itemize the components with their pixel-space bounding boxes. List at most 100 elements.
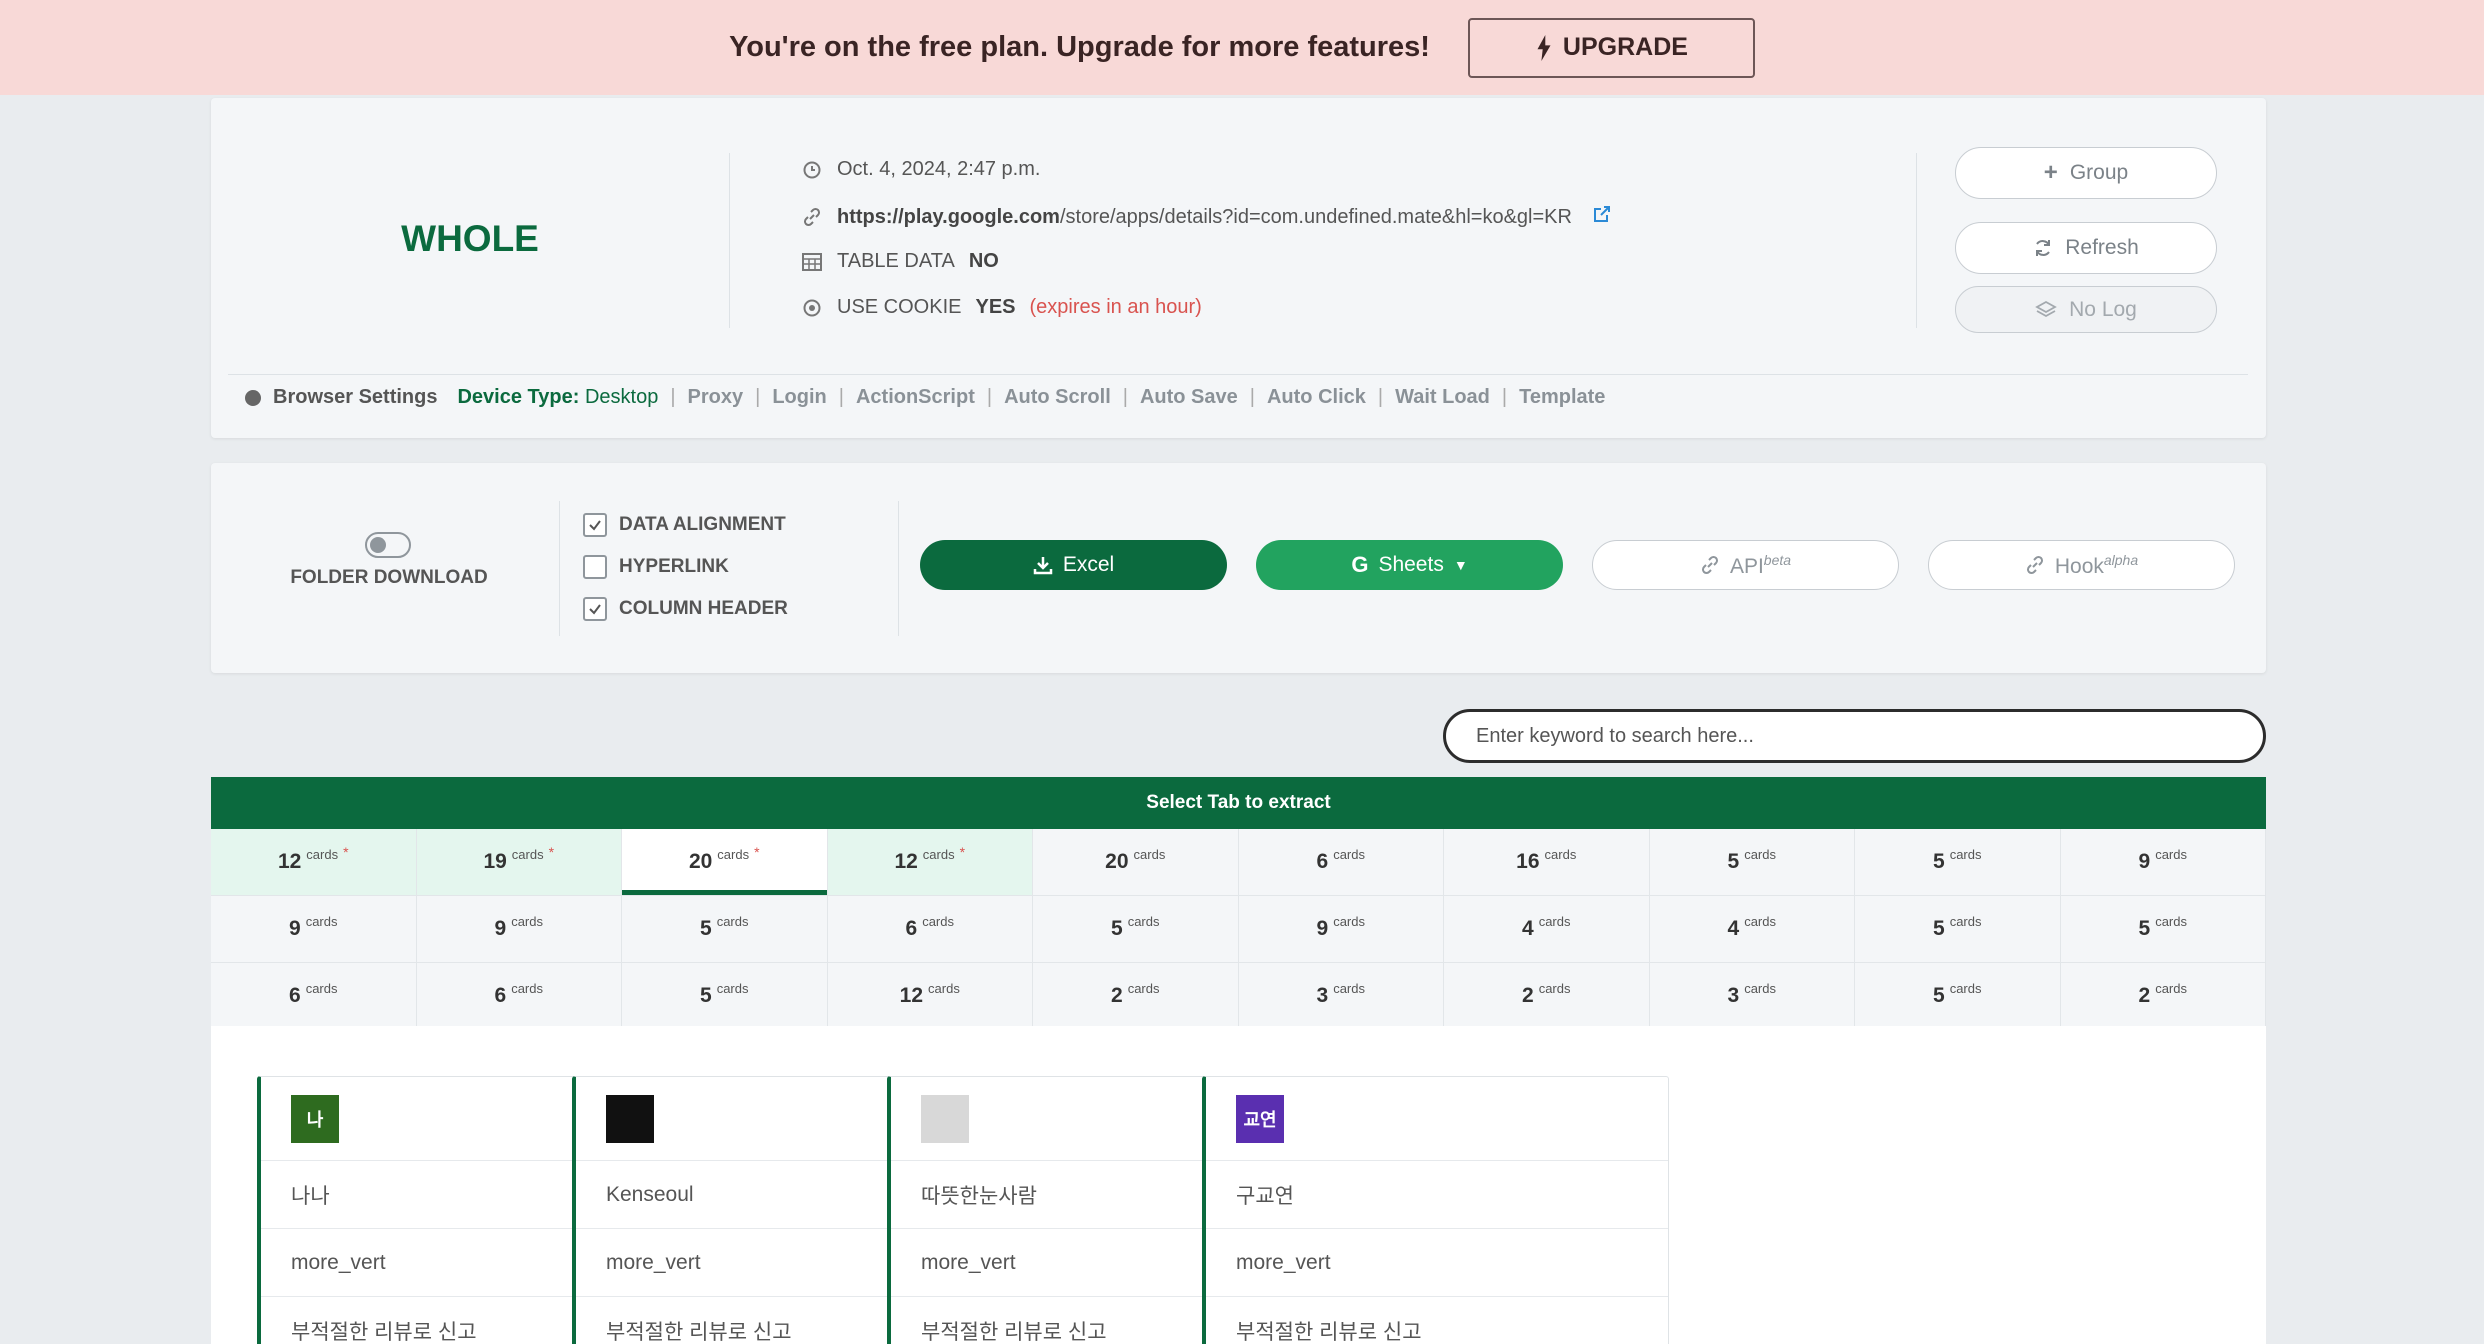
setting-template[interactable]: Template — [1519, 386, 1605, 409]
tab-item[interactable]: 6 cards — [827, 896, 1033, 963]
tab-item[interactable]: 3 cards — [1649, 963, 1855, 1030]
tab-item[interactable]: 5 cards — [1649, 829, 1855, 896]
tab-item[interactable]: 5 cards — [1033, 896, 1239, 963]
tab-count: 6 — [905, 917, 918, 940]
table-icon — [801, 251, 823, 273]
tab-count: 5 — [1727, 850, 1740, 873]
tab-item[interactable]: 5 cards — [1855, 896, 2061, 963]
url-row: https://play.google.com/store/apps/detai… — [801, 204, 1612, 230]
export-panel: FOLDER DOWNLOAD DATA ALIGNMENT HYPERLINK… — [211, 463, 2266, 673]
excel-button[interactable]: Excel — [920, 540, 1227, 590]
tab-item[interactable]: 2 cards — [1033, 963, 1239, 1030]
checkbox-checked[interactable] — [583, 513, 607, 537]
tab-count: 5 — [700, 984, 712, 1007]
tab-unit: cards — [1127, 980, 1160, 996]
setting-auto-click[interactable]: Auto Click — [1267, 386, 1366, 409]
tab-item[interactable]: 2 cards — [2060, 963, 2266, 1030]
tab-unit: cards — [1333, 846, 1365, 862]
tab-unit: cards — [2155, 913, 2187, 929]
use-cookie-value: YES — [975, 296, 1016, 318]
tab-item[interactable]: 4 cards — [1649, 896, 1855, 963]
tab-count: 5 — [1933, 850, 1945, 873]
tab-unit: cards — [1538, 913, 1571, 929]
tab-count: 6 — [494, 984, 507, 1007]
tab-unit: cards — [1744, 846, 1776, 862]
tab-item[interactable]: 20 cards — [1033, 829, 1239, 896]
tab-unit: cards — [511, 846, 544, 862]
tab-grid: 12 cards * 19 cards * 20 cards * 12 cards * 20 cards 6… — [211, 829, 2266, 1030]
checkbox-unchecked[interactable] — [583, 555, 607, 579]
option-hyperlink[interactable]: HYPERLINK — [583, 555, 729, 579]
setting-actionscript[interactable]: ActionScript — [856, 386, 975, 409]
tab-unit: cards — [305, 980, 338, 996]
hook-button[interactable]: Hookalpha — [1928, 540, 2235, 590]
cookie-expiry: (expires in an hour) — [1029, 296, 1202, 318]
tab-count: 9 — [289, 917, 301, 940]
setting-proxy[interactable]: Proxy — [688, 386, 744, 409]
tab-item[interactable]: 4 cards — [1444, 896, 1650, 963]
tab-item[interactable]: 6 cards — [211, 963, 417, 1030]
tab-count: 4 — [1522, 917, 1534, 940]
tab-item[interactable]: 9 cards — [1238, 896, 1444, 963]
tab-unit: cards — [1333, 913, 1365, 929]
setting-auto-scroll[interactable]: Auto Scroll — [1004, 386, 1111, 409]
tab-unit: cards — [2155, 980, 2187, 996]
reviewer-name: 구교연 — [1206, 1161, 1668, 1229]
tab-unit: cards — [1333, 980, 1365, 996]
tab-count: 3 — [1727, 984, 1740, 1007]
more-vert-menu[interactable]: more_vert — [1206, 1229, 1668, 1297]
tab-item[interactable]: 9 cards — [2060, 829, 2266, 896]
tab-item[interactable]: 12 cards * — [827, 829, 1033, 896]
target-url[interactable]: https://play.google.com/store/apps/detai… — [837, 206, 1572, 229]
use-cookie-row: USE COOKIE YES (expires in an hour) — [801, 296, 1202, 319]
tab-item[interactable]: 3 cards — [1238, 963, 1444, 1030]
tab-item[interactable]: 9 cards — [416, 896, 622, 963]
toggle-knob — [370, 537, 386, 553]
tab-unit: cards — [1744, 980, 1776, 996]
search-input[interactable] — [1443, 709, 2266, 763]
folder-download-label: FOLDER DOWNLOAD — [290, 567, 488, 588]
option-column-header[interactable]: COLUMN HEADER — [583, 597, 788, 621]
external-link-icon[interactable] — [1592, 204, 1612, 230]
avatar — [921, 1094, 969, 1143]
report-review-link[interactable]: 부적절한 리뷰로 신고 — [1206, 1297, 1668, 1344]
tab-unit: cards — [1133, 846, 1166, 862]
tab-item[interactable]: 5 cards — [1855, 963, 2061, 1030]
table-data-value: NO — [968, 250, 999, 272]
tab-item[interactable]: 5 cards — [622, 896, 828, 963]
tab-count: 2 — [2138, 984, 2151, 1007]
browser-settings-label[interactable]: Browser Settings — [273, 386, 437, 409]
tab-item[interactable]: 20 cards * — [622, 829, 828, 896]
tab-unit: cards — [716, 980, 749, 996]
tab-item[interactable]: 5 cards — [1855, 829, 2061, 896]
divider — [729, 153, 730, 328]
setting-wait-load[interactable]: Wait Load — [1395, 386, 1490, 409]
tab-item[interactable]: 2 cards — [1444, 963, 1650, 1030]
refresh-button[interactable]: Refresh — [1955, 222, 2217, 274]
no-log-button[interactable]: No Log — [1955, 286, 2217, 333]
setting-auto-save[interactable]: Auto Save — [1140, 386, 1238, 409]
checkbox-checked[interactable] — [583, 597, 607, 621]
tab-item[interactable]: 19 cards * — [416, 829, 622, 896]
tab-unit: cards — [922, 913, 954, 929]
tab-item[interactable]: 6 cards — [416, 963, 622, 1030]
group-button[interactable]: + Group — [1955, 147, 2217, 199]
sheets-button[interactable]: G Sheets ▼ — [1256, 540, 1563, 590]
setting-login[interactable]: Login — [772, 386, 826, 409]
tab-item[interactable]: 5 cards — [622, 963, 828, 1030]
api-button[interactable]: APIbeta — [1592, 540, 1899, 590]
tab-item[interactable]: 12 cards — [827, 963, 1033, 1030]
tab-unit: cards — [1744, 913, 1776, 929]
device-type[interactable]: Device Type: Desktop — [457, 386, 658, 409]
folder-download-toggle[interactable] — [365, 532, 411, 558]
divider — [559, 501, 560, 636]
upgrade-button[interactable]: UPGRADE — [1467, 17, 1755, 78]
tab-item[interactable]: 6 cards — [1238, 829, 1444, 896]
tab-item[interactable]: 5 cards — [2060, 896, 2266, 963]
tab-unit: cards — [1538, 980, 1571, 996]
option-data-alignment[interactable]: DATA ALIGNMENT — [583, 513, 786, 537]
tab-item[interactable]: 9 cards — [211, 896, 417, 963]
tab-item[interactable]: 12 cards * — [211, 829, 417, 896]
tab-item[interactable]: 16 cards — [1444, 829, 1650, 896]
use-cookie-label: USE COOKIE — [837, 296, 962, 318]
